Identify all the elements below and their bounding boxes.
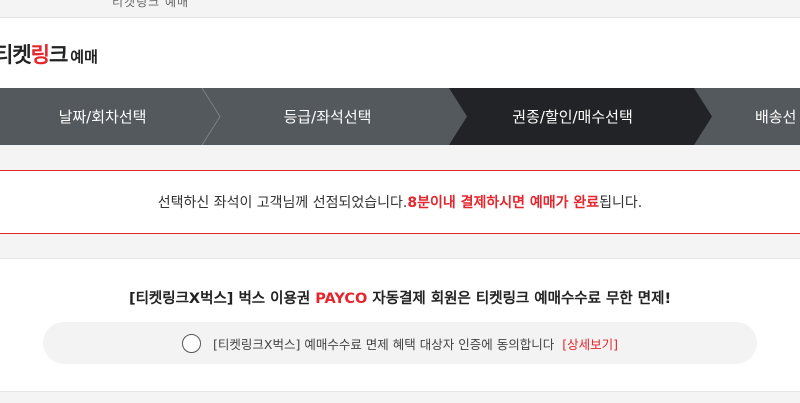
- step-label: 등급/좌석선택: [283, 108, 372, 126]
- top-strip: 티켓링크 예매: [0, 0, 800, 18]
- logo-text-3: 크: [48, 43, 68, 67]
- detail-link[interactable]: [상세보기]: [562, 334, 618, 353]
- notice-highlight: 8분이내 결제하시면 예매가 완료: [407, 195, 600, 211]
- promo-title-pre: [티켓링크X벅스] 벅스 이용권: [128, 291, 316, 307]
- ticketlink-logo[interactable]: 티켓링크 예매: [0, 39, 98, 69]
- notice-text: 선택하신 좌석이 고객님께 선점되었습니다.: [157, 195, 408, 211]
- logo-text-2: 링: [30, 43, 50, 67]
- logo-text-1: 티켓: [0, 43, 32, 67]
- agree-label[interactable]: [티켓링크X벅스] 예매수수료 면제 혜택 대상자 인증에 동의합니다: [213, 334, 554, 353]
- bugs-promo-panel: [티켓링크X벅스] 벅스 이용권 PAYCO 자동결제 회원은 티켓링크 예매수…: [0, 258, 800, 392]
- step-label: 날짜/회차선택: [58, 108, 147, 126]
- page: 티켓링크 예매 티켓링크 예매 날짜/회차선택 등급/좌석선택 권종/할인/매수선…: [0, 0, 800, 403]
- step-label: 배송선: [755, 108, 797, 126]
- booking-step-bar: 날짜/회차선택 등급/좌석선택 권종/할인/매수선택 배송선: [0, 88, 800, 145]
- promo-title-post: 자동결제 회원은 티켓링크 예매수수료 무한 면제!: [367, 291, 672, 307]
- promo-title: [티켓링크X벅스] 벅스 이용권 PAYCO 자동결제 회원은 티켓링크 예매수…: [0, 287, 800, 308]
- header: 티켓링크 예매: [0, 18, 800, 88]
- notice-text-end: 됩니다.: [599, 195, 643, 211]
- promo-payco: PAYCO: [315, 291, 368, 307]
- seat-hold-notice: 선택하신 좌석이 고객님께 선점되었습니다. 8분이내 결제하시면 예매가 완료…: [0, 170, 800, 234]
- step-label-active: 권종/할인/매수선택: [512, 108, 633, 126]
- logo-suffix: 예매: [70, 48, 98, 66]
- agree-radio[interactable]: [182, 333, 202, 353]
- promo-agree-row[interactable]: [티켓링크X벅스] 예매수수료 면제 혜택 대상자 인증에 동의합니다 [상세보…: [43, 322, 757, 364]
- top-strip-text: 티켓링크 예매: [112, 0, 190, 9]
